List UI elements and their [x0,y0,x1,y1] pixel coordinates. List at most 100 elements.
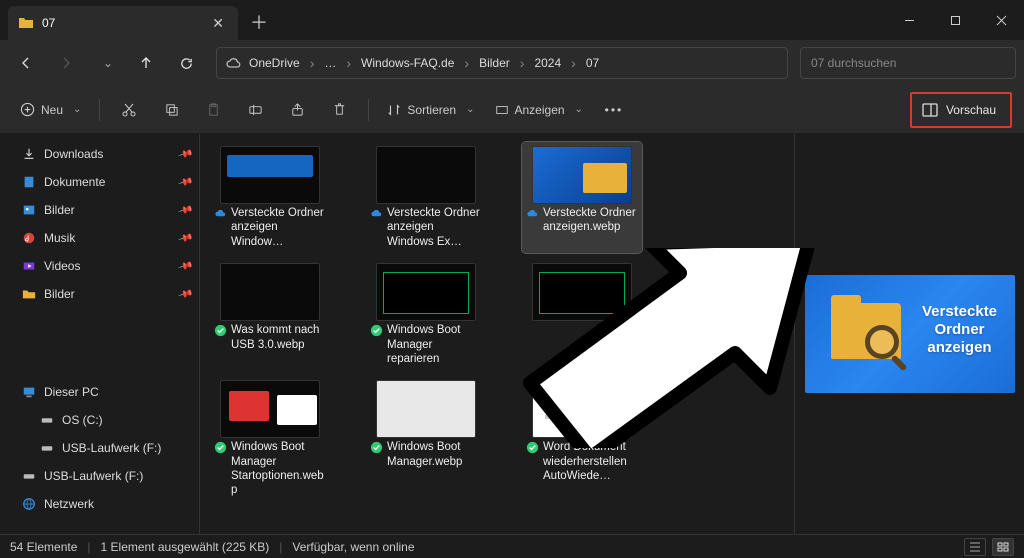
close-tab-button[interactable]: ✕ [208,15,228,32]
sidebar-item[interactable]: USB-Laufwerk (F:) [0,462,199,490]
sidebar-item[interactable]: Bilder📌 [0,280,199,308]
view-button[interactable]: Anzeigen ⌄ [487,94,591,126]
cut-button[interactable] [110,94,148,126]
preview-pane-button[interactable]: Vorschau [910,92,1012,128]
sidebar-item-label: USB-Laufwerk (F:) [44,469,143,483]
pin-icon: 📌 [177,202,193,218]
toolbar-right: Vorschau [910,92,1012,128]
sidebar-item[interactable]: Videos📌 [0,252,199,280]
maximize-button[interactable] [932,4,978,36]
sidebar-item[interactable]: USB-Laufwerk (F:) [0,434,199,462]
breadcrumb[interactable]: OneDrive … Windows-FAQ.de Bilder 2024 07 [216,47,788,79]
sort-button[interactable]: Sortieren ⌄ [379,94,482,126]
file-item[interactable] [522,259,642,370]
up-button[interactable] [128,47,164,79]
titlebar: 07 ✕ ＋ [0,0,1024,40]
separator [99,99,100,121]
minimize-button[interactable] [886,4,932,36]
drive-icon [22,469,36,483]
sidebar-item-label: Netzwerk [44,497,94,511]
file-item[interactable]: Windows Boot Manager Startoptionen.webp [210,376,330,502]
sidebar-item-label: Downloads [44,147,103,161]
cloud-icon [225,55,241,71]
pin-icon: 📌 [177,230,193,246]
sync-status-icon [370,207,383,223]
paste-button[interactable] [194,94,232,126]
file-item[interactable]: Was kommt nach USB 3.0.webp [210,259,330,370]
sidebar-item-label: Dokumente [44,175,105,189]
crumb-root[interactable]: OneDrive [243,52,306,74]
sidebar-item-label: Musik [44,231,75,245]
details-view-button[interactable] [964,538,986,556]
sidebar-item-label: OS (C:) [62,413,103,427]
sidebar-item[interactable]: Bilder 📌 [0,196,199,224]
file-name: Versteckte Ordner anzeigen.webp [543,206,638,235]
address-bar: ⌄ OneDrive … Windows-FAQ.de Bilder 2024 … [0,40,1024,86]
file-item[interactable]: Versteckte Ordner anzeigen.webp [522,142,642,253]
file-name: Windows Boot Manager reparieren [387,323,482,366]
crumb-item[interactable]: Windows-FAQ.de [355,52,460,74]
sidebar: Downloads📌Dokumente📌Bilder📌Musik📌Videos📌… [0,134,200,534]
copy-button[interactable] [152,94,190,126]
rename-button[interactable] [236,94,274,126]
file-thumbnail [376,146,476,204]
sidebar-item[interactable]: Dieser PC [0,378,199,406]
content: Versteckte Ordner anzeigen Window… Verst… [200,134,1024,534]
share-button[interactable] [278,94,316,126]
tab-title: 07 [42,16,208,30]
chevron-right-icon [462,55,471,71]
file-thumbnail [532,146,632,204]
file-item[interactable]: Windows Boot Manager reparieren [366,259,486,370]
pin-icon: 📌 [177,286,193,302]
pin-icon: 📌 [177,174,193,190]
file-item[interactable]: Versteckte Ordner anzeigen Window… [210,142,330,253]
sidebar-item-label: Bilder [44,203,75,217]
music-icon [22,231,36,245]
file-thumbnail [376,380,476,438]
sidebar-item[interactable]: Musik 📌 [0,224,199,252]
sidebar-item[interactable]: OS (C:) [0,406,199,434]
file-item[interactable]: Versteckte Ordner anzeigen Windows Ex… [366,142,486,253]
video-icon [22,259,36,273]
forward-button[interactable] [48,47,84,79]
new-tab-button[interactable]: ＋ [250,9,268,35]
file-grid[interactable]: Versteckte Ordner anzeigen Window… Verst… [200,134,794,534]
preview-image: Versteckte Ordner anzeigen [805,275,1015,393]
back-button[interactable] [8,47,44,79]
more-button[interactable]: ••• [595,94,633,126]
sidebar-item[interactable]: Netzwerk [0,490,199,518]
file-item[interactable]: Word Dokument wiederherstellen AutoWiede… [522,376,642,502]
sync-status-icon [214,441,227,457]
sidebar-item[interactable]: Dokumente 📌 [0,168,199,196]
file-item[interactable]: Windows Boot Manager.webp [366,376,486,502]
window-tab[interactable]: 07 ✕ [8,6,238,40]
drive-icon [40,441,54,455]
sidebar-item-label: Dieser PC [44,385,99,399]
search-input[interactable]: 07 durchsuchen [800,47,1016,79]
window-controls [886,4,1024,36]
crumb-item[interactable]: 07 [580,52,605,74]
status-availability: Verfügbar, wenn online [292,540,414,554]
sidebar-item[interactable]: Downloads 📌 [0,140,199,168]
pin-icon: 📌 [177,146,193,162]
refresh-button[interactable] [168,47,204,79]
separator [368,99,369,121]
file-thumbnail [532,380,632,438]
folder-icon [22,287,36,301]
thumbnails-view-button[interactable] [992,538,1014,556]
file-name: Windows Boot Manager.webp [387,440,482,469]
crumb-ellipsis[interactable]: … [318,52,342,74]
delete-button[interactable] [320,94,358,126]
sync-status-icon [526,207,539,223]
new-button[interactable]: Neu ⌄ [12,94,89,126]
pic-icon [22,203,36,217]
file-name: Word Dokument wiederherstellen AutoWiede… [543,440,638,483]
chevron-right-icon [518,55,527,71]
crumb-item[interactable]: 2024 [528,52,567,74]
sync-status-icon [214,207,227,223]
close-window-button[interactable] [978,4,1024,36]
recent-button[interactable]: ⌄ [88,47,124,79]
toolbar: Neu ⌄ Sortieren ⌄ Anzeigen ⌄ ••• Vorscha… [0,86,1024,134]
file-thumbnail [532,263,632,321]
crumb-item[interactable]: Bilder [473,52,516,74]
